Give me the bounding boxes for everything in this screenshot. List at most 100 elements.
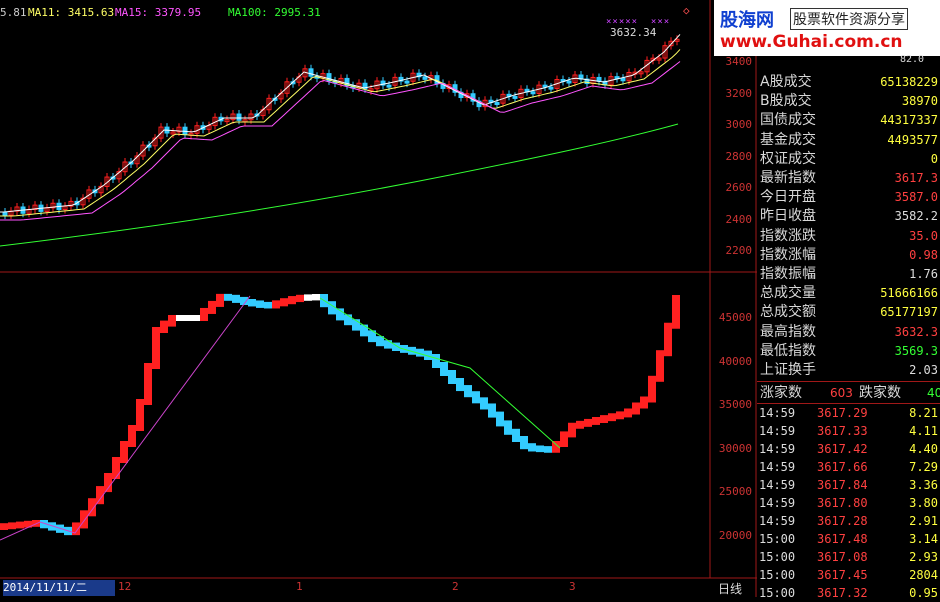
indicator-bar bbox=[456, 378, 464, 392]
tick-row[interactable]: 14:59 3617.80 3.80 bbox=[757, 494, 940, 512]
indicator-bar bbox=[144, 363, 152, 405]
indicator-bar bbox=[448, 370, 456, 384]
indicator-bar bbox=[224, 293, 232, 301]
stat-row: B股成交 38970 bbox=[757, 92, 940, 111]
indicator-bar bbox=[512, 428, 520, 442]
stat-label: 总成交量 bbox=[760, 285, 816, 302]
tick-price: 3617.28 bbox=[817, 514, 868, 528]
stat-value: 3587.0 bbox=[894, 190, 938, 205]
indicator-bar bbox=[360, 324, 368, 337]
indicator-bar bbox=[480, 397, 488, 410]
tick-volume: 7.29 bbox=[909, 460, 938, 474]
down-count-label: 跌家数 bbox=[859, 385, 901, 401]
indicator-bar bbox=[560, 431, 568, 447]
stat-label: 权证成交 bbox=[760, 150, 816, 167]
chart-area[interactable]: 5.81 MA11: 3415.63 MA15: 3379.95 MA100: … bbox=[0, 0, 757, 597]
tick-price: 3617.08 bbox=[817, 550, 868, 564]
stat-row: 昨日收盘 3582.2 bbox=[757, 207, 940, 226]
stat-label: A股成交 bbox=[760, 74, 812, 90]
stat-row: 基金成交 4493577 bbox=[757, 131, 940, 150]
stat-row: 总成交额 65177197 bbox=[757, 303, 940, 322]
indicator-bar bbox=[80, 510, 88, 529]
candle-body bbox=[494, 102, 500, 106]
high-price-label: 3632.34 bbox=[610, 26, 657, 39]
stat-row: 最高指数 3632.3 bbox=[757, 323, 940, 342]
indicator-bar bbox=[152, 327, 160, 369]
x-month-2: 2 bbox=[452, 580, 459, 593]
stat-row: 上证换手 2.03 bbox=[757, 361, 940, 380]
date-cursor-label: 2014/11/11/二 bbox=[3, 580, 115, 596]
tick-volume: 2804 bbox=[909, 568, 938, 582]
indicator-bar bbox=[384, 340, 392, 349]
tick-time: 14:59 bbox=[759, 514, 796, 528]
indicator-bar bbox=[496, 411, 504, 427]
tick-row[interactable]: 15:00 3617.32 0.95 bbox=[757, 584, 940, 602]
stat-value: 1.76 bbox=[909, 267, 938, 281]
indicator-bar bbox=[504, 420, 512, 435]
tick-row[interactable]: 15:00 3617.45 2804 bbox=[757, 566, 940, 584]
tick-price: 3617.66 bbox=[817, 460, 868, 474]
diamond-icon: ◇ bbox=[683, 4, 690, 17]
indicator-bar bbox=[664, 322, 672, 357]
tick-row[interactable]: 14:59 3617.84 3.36 bbox=[757, 476, 940, 494]
stat-value: 65177197 bbox=[880, 305, 938, 320]
tick-volume: 2.91 bbox=[909, 514, 938, 528]
indicator-bar bbox=[640, 396, 648, 409]
price-axis-label: 2800 bbox=[725, 149, 753, 163]
tick-row[interactable]: 14:59 3617.28 2.91 bbox=[757, 512, 940, 530]
ma15-legend: MA15: 3379.95 bbox=[115, 6, 202, 19]
stat-value: 3632.3 bbox=[894, 324, 938, 339]
stat-label: 最新指数 bbox=[760, 170, 816, 186]
stat-row: 最低指数 3569.3 bbox=[757, 342, 940, 361]
ma5-line bbox=[0, 34, 681, 213]
tick-price: 3617.84 bbox=[817, 478, 868, 492]
tick-volume: 0.95 bbox=[909, 586, 938, 600]
indicator-bar bbox=[584, 418, 592, 427]
indicator-bar bbox=[8, 522, 16, 530]
indicator-bar bbox=[568, 422, 576, 438]
kline-chart[interactable] bbox=[0, 0, 757, 597]
stat-value: 3569.3 bbox=[894, 343, 938, 358]
stat-label: 指数涨跌 bbox=[760, 227, 816, 244]
tick-time: 14:59 bbox=[759, 442, 796, 456]
candle-body bbox=[620, 77, 626, 82]
indicator-bar bbox=[160, 320, 168, 333]
stat-row: 最新指数 3617.3 bbox=[757, 169, 940, 188]
tick-row[interactable]: 14:59 3617.29 8.21 bbox=[757, 404, 940, 422]
candle-body bbox=[512, 95, 518, 99]
indicator-bar bbox=[216, 293, 224, 307]
tick-row[interactable]: 14:59 3617.42 4.40 bbox=[757, 440, 940, 458]
price-axis-label: 3000 bbox=[725, 118, 753, 131]
indicator-bar bbox=[168, 315, 176, 327]
stat-label: 今日开盘 bbox=[760, 189, 816, 206]
indicator-bar bbox=[0, 523, 8, 530]
stat-label: 总成交额 bbox=[760, 304, 816, 321]
indicator-bar bbox=[632, 402, 640, 415]
tick-volume: 8.21 bbox=[909, 406, 938, 420]
tick-row[interactable]: 15:00 3617.48 3.14 bbox=[757, 530, 940, 548]
tick-price: 3617.42 bbox=[817, 442, 868, 456]
tick-volume: 2.93 bbox=[909, 550, 938, 564]
price-axis-label: 2400 bbox=[725, 212, 753, 226]
candle-body bbox=[308, 68, 314, 77]
candle-body bbox=[566, 80, 572, 84]
tick-row[interactable]: 14:59 3617.33 4.11 bbox=[757, 422, 940, 440]
ma11-legend: MA11: 3415.63 bbox=[28, 6, 115, 19]
stat-value: 51666166 bbox=[880, 286, 938, 301]
stat-label: 指数涨幅 bbox=[760, 246, 816, 263]
tick-row[interactable]: 15:00 3617.08 2.93 bbox=[757, 548, 940, 566]
indicator-bar bbox=[176, 315, 184, 321]
tick-price: 3617.80 bbox=[817, 496, 868, 510]
period-label[interactable]: 日线 bbox=[718, 580, 742, 597]
stat-label: 指数振幅 bbox=[760, 266, 816, 282]
tick-row[interactable]: 14:59 3617.66 7.29 bbox=[757, 458, 940, 476]
indicator-bar bbox=[136, 399, 144, 431]
price-axis-label: 2600 bbox=[725, 181, 753, 194]
stat-row: 国债成交 44317337 bbox=[757, 111, 940, 130]
candle-body bbox=[404, 80, 410, 84]
indicator-axis-label: 35000 bbox=[718, 398, 752, 411]
indicator-bar bbox=[208, 300, 216, 314]
stat-label: 昨日收盘 bbox=[760, 208, 816, 225]
indicator-bar bbox=[128, 425, 136, 447]
price-axis-label: 3400 bbox=[725, 55, 753, 68]
